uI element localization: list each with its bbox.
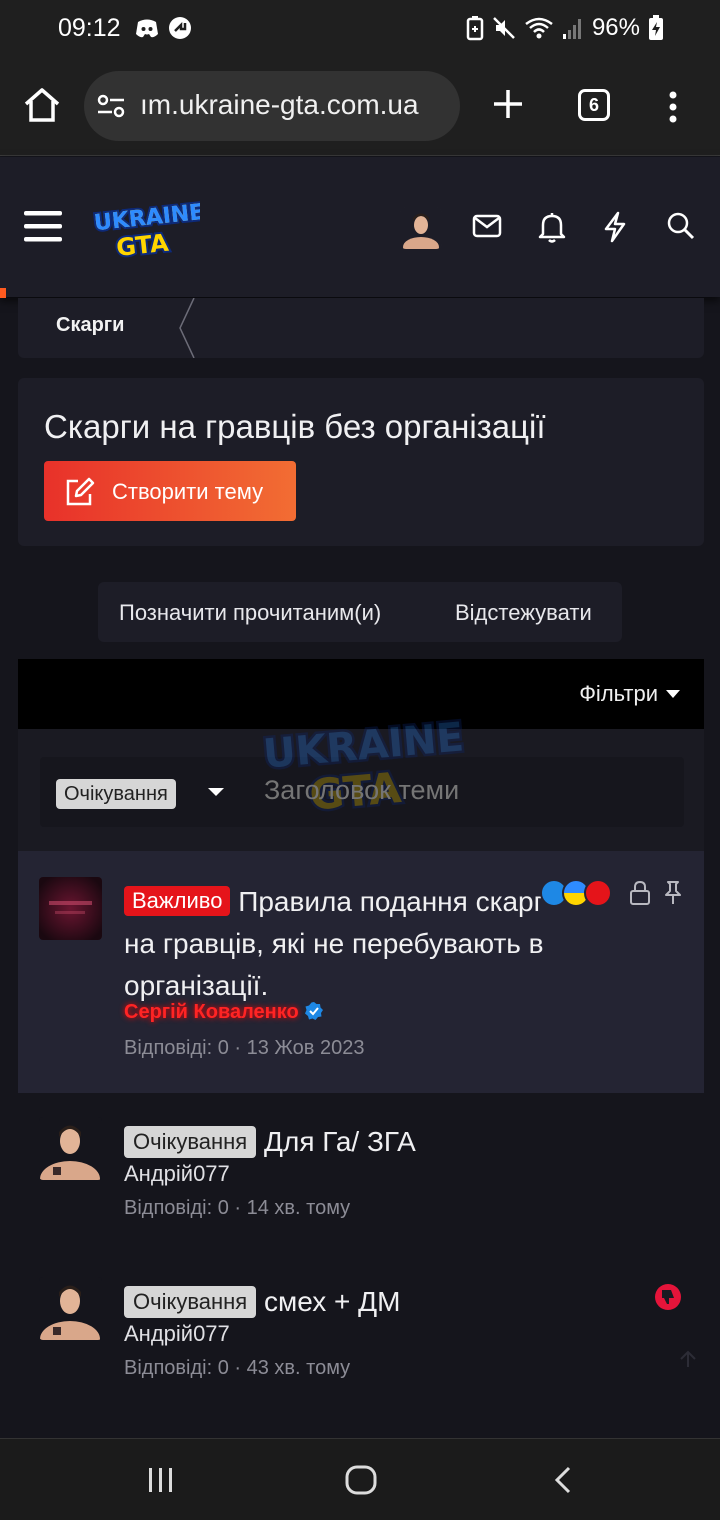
thread-author[interactable]: Сергій Коваленко [124,1001,324,1024]
thread-item[interactable]: Очікування Для Га/ ЗГА Андрій077 Відпові… [18,1093,704,1253]
new-tab-icon[interactable] [490,86,526,122]
battery-charging-icon [649,15,663,40]
breadcrumb-item[interactable]: Скарги [56,314,124,337]
create-thread-button[interactable]: Створити тему [44,461,296,521]
forum-header: Скарги на гравців без організації Створи… [18,378,704,546]
thread-avatar[interactable] [39,1277,102,1340]
svg-text:GTA: GTA [115,229,170,259]
home-nav-icon[interactable] [344,1465,378,1495]
progress-indicator [0,288,6,298]
dislike-reaction-icon [655,1284,681,1310]
prefix-select[interactable]: Очікування [56,779,176,809]
site-settings-icon[interactable] [96,93,126,119]
signal-icon [562,19,581,39]
status-bar: 09:12 96% [0,0,720,56]
thread-title-block[interactable]: Очікування смех + ДМ [124,1281,624,1323]
browser-toolbar: ım.ukraine-gta.com.ua 6 [0,56,720,156]
user-avatar[interactable] [400,207,442,249]
thread-author[interactable]: Андрій077 [124,1161,230,1187]
thread-avatar[interactable] [39,877,102,940]
edit-icon [66,477,95,506]
thread-title-block[interactable]: Очікування Для Га/ ЗГА [124,1121,664,1163]
watch-button[interactable]: Відстежувати [455,600,592,626]
thread-author[interactable]: Андрій077 [124,1321,230,1347]
menu-icon[interactable] [24,209,62,243]
lightning-icon[interactable] [602,211,628,243]
reactions-summary[interactable] [540,879,612,907]
prefix-badge-pending: Очікування [124,1286,257,1318]
home-icon[interactable] [22,86,62,124]
heart-reaction-icon [584,879,612,907]
arrow-badge-icon [169,17,191,39]
thread-author-name[interactable]: Сергій Коваленко [124,1001,299,1023]
page-title: Скарги на гравців без організації [44,408,546,445]
recent-apps-icon[interactable] [146,1465,176,1495]
thread-avatar[interactable] [39,1117,102,1180]
prefix-badge-important: Важливо [124,886,231,916]
thread-item[interactable]: Очікування смех + ДМ Андрій077 Відповіді… [18,1253,704,1423]
prefix-badge-pending: Очікування [124,1126,257,1158]
search-icon[interactable] [666,211,696,241]
verified-icon [305,1002,324,1020]
prefix-caret-icon[interactable] [208,787,224,797]
caret-down-icon [666,690,680,698]
lock-icon [630,880,650,905]
breadcrumb: Скарги [18,298,704,358]
mark-read-button[interactable]: Позначити прочитаним(и) [119,600,381,626]
thread-meta: Відповіді: 0 · 14 хв. тому [124,1197,351,1219]
site-header: UKRAINE UKRAINE GTA [0,157,720,297]
thread-meta: Відповіді: 0 · 43 хв. тому [124,1357,351,1379]
address-bar[interactable]: ım.ukraine-gta.com.ua [84,71,460,141]
system-navigation-bar [0,1438,720,1520]
filters-label: Фільтри [579,681,658,706]
scroll-top-icon[interactable] [678,1349,698,1369]
status-time: 09:12 [58,14,121,42]
create-thread-label: Створити тему [112,479,264,504]
pin-icon [665,881,681,904]
thread-meta: Відповіді: 0 · 13 Жов 2023 [124,1037,365,1059]
thread-title-block[interactable]: Важливо Правила подання скарг на гравців… [124,881,544,1007]
forum-actions: Позначити прочитаним(и) Відстежувати [98,582,622,642]
battery-percent: 96% [591,14,640,41]
mute-icon [493,17,515,39]
tab-switcher-button[interactable]: 6 [578,89,610,121]
discord-icon [136,19,158,38]
thread-title[interactable]: смех + ДМ [264,1286,400,1317]
thread-title[interactable]: Для Га/ ЗГА [264,1126,416,1157]
breadcrumb-separator [179,298,195,358]
thread-title-filter-input[interactable] [264,775,664,806]
mail-icon[interactable] [472,211,502,241]
wifi-icon [525,17,553,39]
filters-button[interactable]: Фільтри [579,681,680,707]
battery-saver-icon [466,16,484,41]
quick-filter: UKRAINE GTA Очікування [18,717,704,851]
more-menu-icon[interactable] [666,90,680,124]
url-text: ım.ukraine-gta.com.ua [140,89,419,120]
bell-icon[interactable] [538,211,566,243]
quick-filter-row: UKRAINE GTA Очікування [40,717,684,827]
ukraine-gta-logo[interactable]: UKRAINE UKRAINE GTA [90,199,200,259]
thread-item-sticky[interactable]: Важливо Правила подання скарг на гравців… [18,851,704,1093]
back-icon[interactable] [552,1465,574,1495]
